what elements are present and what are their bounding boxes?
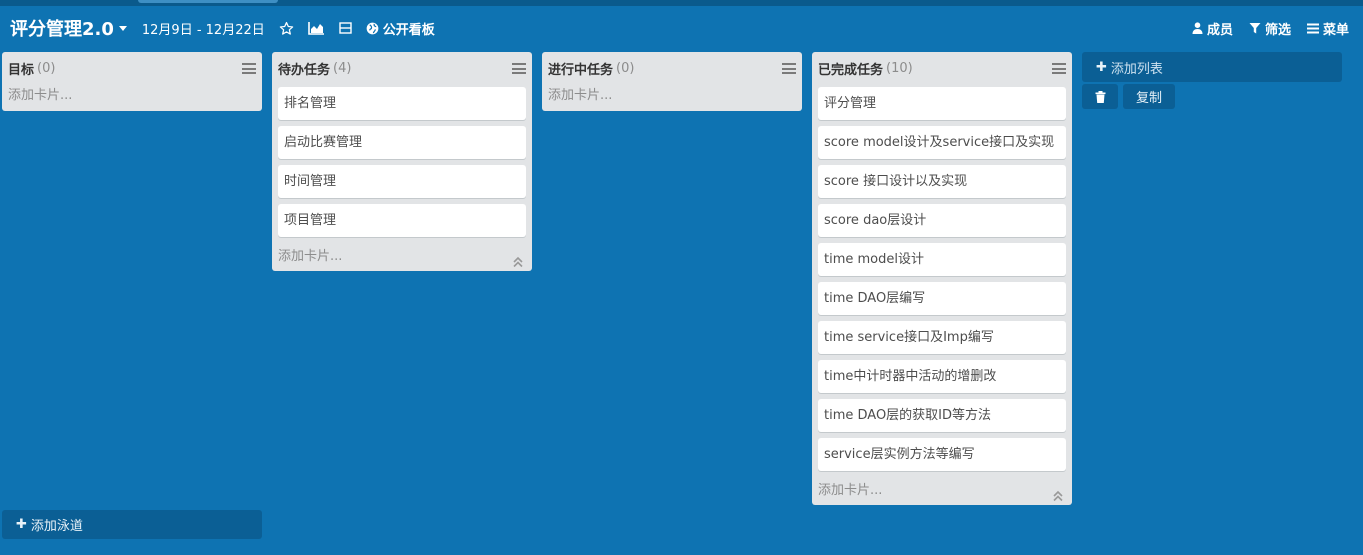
filter-icon: [1249, 23, 1261, 34]
date-range[interactable]: 12月9日 - 12月22日: [142, 19, 265, 38]
add-card-link[interactable]: 添加卡片...: [542, 81, 802, 111]
list-count: (4): [333, 60, 352, 76]
list-count: (0): [37, 60, 56, 76]
list-menu-icon[interactable]: [512, 63, 526, 74]
card[interactable]: 评分管理: [818, 87, 1066, 120]
user-icon: [1192, 22, 1203, 34]
card[interactable]: score 接口设计以及实现: [818, 165, 1066, 198]
card[interactable]: 时间管理: [278, 165, 526, 198]
list-header: 目标 (0): [2, 52, 262, 84]
board-header: 评分管理2.0 12月9日 - 12月22日 公开看板 成员 筛选 菜单: [0, 6, 1363, 50]
calendar-icon[interactable]: [339, 22, 352, 34]
members-label: 成员: [1206, 22, 1233, 38]
delete-button[interactable]: [1082, 84, 1118, 109]
board-title[interactable]: 评分管理2.0: [10, 15, 127, 41]
list-title[interactable]: 目标: [8, 59, 34, 78]
chart-icon[interactable]: [307, 21, 325, 35]
list-count: (10): [886, 60, 913, 76]
menu-button[interactable]: 菜单: [1306, 19, 1349, 38]
filter-button[interactable]: 筛选: [1249, 19, 1291, 38]
list-count: (0): [616, 60, 635, 76]
add-card-label: 添加卡片...: [278, 249, 343, 264]
list-goals: 目标 (0) 添加卡片...: [2, 52, 262, 111]
add-swimlane-button[interactable]: ✚ 添加泳道: [2, 510, 262, 539]
list-todo: 待办任务 (4) 排名管理 启动比赛管理 时间管理 项目管理 添加卡片...: [272, 52, 532, 271]
copy-label: 复制: [1135, 91, 1162, 106]
tab-hint: [138, 0, 278, 3]
card[interactable]: 启动比赛管理: [278, 126, 526, 159]
add-list-button[interactable]: ✚ 添加列表: [1082, 52, 1342, 82]
plus-icon: ✚: [1096, 59, 1107, 75]
card[interactable]: score model设计及service接口及实现: [818, 126, 1066, 159]
card[interactable]: service层实例方法等编写: [818, 438, 1066, 471]
members-button[interactable]: 成员: [1192, 19, 1233, 38]
list-menu-icon[interactable]: [242, 63, 256, 74]
menu-label: 菜单: [1322, 22, 1349, 38]
list-header: 进行中任务 (0): [542, 52, 802, 84]
list-header: 已完成任务 (10): [812, 52, 1072, 84]
globe-icon: [366, 22, 379, 34]
filter-label: 筛选: [1264, 22, 1291, 38]
public-board-button[interactable]: 公开看板: [366, 19, 435, 38]
plus-icon: ✚: [16, 517, 27, 532]
copy-button[interactable]: 复制: [1123, 84, 1175, 109]
public-board-label: 公开看板: [382, 22, 435, 38]
list-menu-icon[interactable]: [1052, 63, 1066, 74]
menu-icon: [1306, 23, 1319, 33]
card[interactable]: time service接口及Imp编写: [818, 321, 1066, 354]
add-card-link[interactable]: 添加卡片...: [272, 243, 532, 271]
trash-icon: [1095, 90, 1105, 103]
add-card-link[interactable]: 添加卡片...: [2, 81, 262, 111]
list-header: 待办任务 (4): [272, 52, 532, 84]
collapse-icon[interactable]: [512, 251, 524, 279]
list-title[interactable]: 待办任务: [278, 59, 330, 78]
list-title[interactable]: 进行中任务: [548, 59, 613, 78]
card[interactable]: time中计时器中活动的增删改: [818, 360, 1066, 393]
card[interactable]: 排名管理: [278, 87, 526, 120]
list-title[interactable]: 已完成任务: [818, 59, 883, 78]
star-icon[interactable]: [279, 21, 294, 36]
card[interactable]: score dao层设计: [818, 204, 1066, 237]
board-title-text: 评分管理2.0: [10, 19, 114, 40]
add-swimlane-label: 添加泳道: [30, 519, 83, 534]
card[interactable]: 项目管理: [278, 204, 526, 237]
list-in-progress: 进行中任务 (0) 添加卡片...: [542, 52, 802, 111]
collapse-icon[interactable]: [1052, 485, 1064, 513]
card[interactable]: time model设计: [818, 243, 1066, 276]
add-card-label: 添加卡片...: [818, 483, 883, 498]
add-list-label: 添加列表: [1110, 61, 1163, 77]
list-menu-icon[interactable]: [782, 63, 796, 74]
list-done: 已完成任务 (10) 评分管理 score model设计及service接口及…: [812, 52, 1072, 505]
caret-down-icon: [118, 25, 127, 31]
card[interactable]: time DAO层的获取ID等方法: [818, 399, 1066, 432]
add-card-link[interactable]: 添加卡片...: [812, 477, 1072, 505]
card[interactable]: time DAO层编写: [818, 282, 1066, 315]
